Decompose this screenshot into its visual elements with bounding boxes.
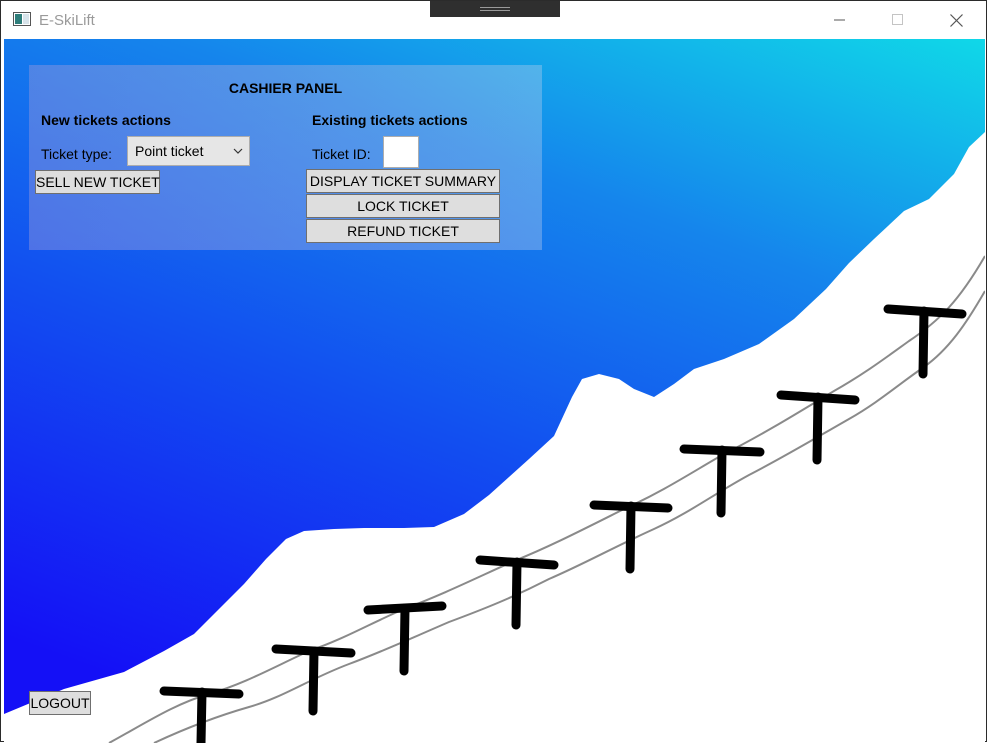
ticket-id-input[interactable] bbox=[383, 136, 419, 168]
cashier-panel: CASHIER PANEL New tickets actions Ticket… bbox=[29, 65, 542, 250]
new-tickets-heading: New tickets actions bbox=[41, 112, 171, 128]
logout-button[interactable]: LOGOUT bbox=[29, 691, 91, 715]
sell-new-ticket-button[interactable]: SELL NEW TICKET bbox=[35, 170, 160, 194]
window-app-icon bbox=[13, 12, 31, 26]
refund-ticket-button[interactable]: REFUND TICKET bbox=[306, 219, 500, 243]
app-window: E-SkiLift CASHIER PANEL New tickets acti… bbox=[0, 0, 987, 743]
panel-title: CASHIER PANEL bbox=[228, 80, 343, 96]
maximize-button[interactable] bbox=[869, 1, 927, 39]
maximize-icon bbox=[892, 14, 903, 25]
lock-ticket-button[interactable]: LOCK TICKET bbox=[306, 194, 500, 218]
minimize-button[interactable] bbox=[811, 1, 869, 39]
display-ticket-summary-button[interactable]: DISPLAY TICKET SUMMARY bbox=[306, 169, 500, 193]
drag-handle[interactable] bbox=[430, 1, 560, 17]
close-icon bbox=[949, 13, 963, 27]
ticket-type-label: Ticket type: bbox=[41, 146, 113, 162]
ticket-id-label: Ticket ID: bbox=[312, 146, 371, 162]
ski-scene: CASHIER PANEL New tickets actions Ticket… bbox=[4, 39, 985, 743]
close-button[interactable] bbox=[927, 1, 985, 39]
ticket-type-value: Point ticket bbox=[135, 143, 204, 159]
title-bar[interactable]: E-SkiLift bbox=[1, 1, 986, 39]
minimize-icon bbox=[834, 19, 845, 21]
existing-tickets-heading: Existing tickets actions bbox=[312, 112, 468, 128]
window-title: E-SkiLift bbox=[39, 12, 95, 29]
chevron-down-icon bbox=[233, 148, 243, 154]
ticket-type-select[interactable]: Point ticket bbox=[127, 136, 250, 166]
